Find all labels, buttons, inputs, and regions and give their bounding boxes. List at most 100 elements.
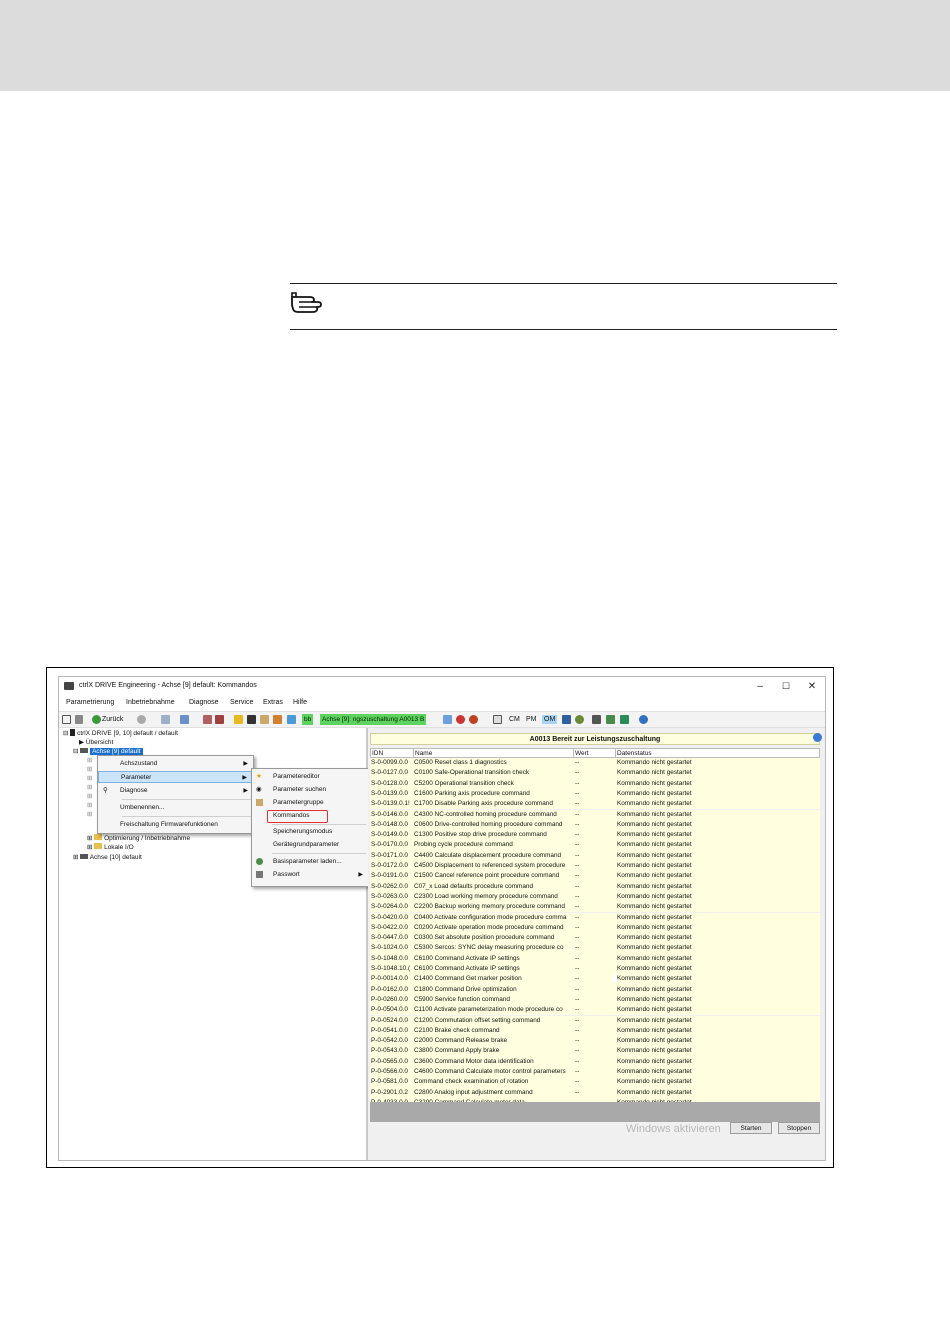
table-row[interactable]: P-0-0162.0.0 C1800 Command Drive optimiza… xyxy=(370,984,820,995)
sub-parametergruppe[interactable]: Parametergruppe xyxy=(252,797,368,809)
sub-speicherungsmodus[interactable]: Speicherungsmodus xyxy=(252,826,368,838)
table-row[interactable]: S-0-0422.0.0 C0200 Activate operation mod… xyxy=(370,922,820,934)
sub-basisparameter[interactable]: Basisparameter laden... xyxy=(252,856,368,868)
connect-icon[interactable] xyxy=(592,715,601,724)
warning-icon[interactable] xyxy=(469,715,478,724)
tree-lokale-io[interactable]: ⊞ Lokale I/O xyxy=(87,843,134,851)
tree-optimierung[interactable]: ⊞ Optimierung / Inbetriebnahme xyxy=(87,834,190,842)
table-row[interactable]: S-0-0264.0.0 C2200 Backup working memory … xyxy=(370,902,820,913)
binoculars-icon[interactable] xyxy=(247,715,256,724)
table-row[interactable]: P-0-0014.0.0 C1400 Command Get marker pos… xyxy=(370,974,820,985)
table-row[interactable]: S-0-1024.0.0 C5300 Sercos: SYNC delay mea… xyxy=(370,943,820,954)
scope-icon[interactable] xyxy=(493,715,502,724)
tree-axis10[interactable]: ⊞ Achse [10] default xyxy=(73,853,142,861)
mode-pm[interactable]: PM xyxy=(526,715,537,724)
table-row[interactable]: S-0-0139.0.1! C1700 Disable Parking axis … xyxy=(370,799,820,810)
back-button[interactable]: Zurück xyxy=(102,715,123,724)
col-wert[interactable]: Wert xyxy=(574,749,616,758)
back-arrow-icon[interactable] xyxy=(92,715,101,724)
close-button[interactable]: ✕ xyxy=(801,680,823,693)
table-row[interactable]: S-0-0171.0.0 C4400 Calculate displacement… xyxy=(370,850,820,861)
mode-cm[interactable]: CM xyxy=(509,715,520,724)
tree-axis9[interactable]: ⊟ Achse [9] default xyxy=(73,747,143,755)
table-icon[interactable] xyxy=(260,715,269,724)
table-row[interactable]: S-0-0128.0.0 C5200 Operational transition… xyxy=(370,778,820,789)
minimize-button[interactable]: – xyxy=(749,680,771,693)
menu-extras[interactable]: Extras xyxy=(263,699,283,706)
drive-icon[interactable] xyxy=(203,715,212,724)
ctx-achszustand[interactable]: Achszustand ▶ xyxy=(98,758,253,770)
menu-hilfe[interactable]: Hilfe xyxy=(293,699,307,706)
cell-datenstatus: Kommando nicht gestartet xyxy=(617,789,692,797)
table-row[interactable]: P-0-0543.0.0 C3800 Command Apply brake -- K… xyxy=(370,1046,820,1057)
wrench-icon[interactable] xyxy=(273,715,282,724)
col-idn[interactable]: IDN xyxy=(371,749,414,758)
table-row[interactable]: S-0-0447.0.0 C0300 Set absolute position … xyxy=(370,933,820,944)
col-name[interactable]: Name xyxy=(414,749,574,758)
table-row[interactable]: P-0-2901.0.2 C2800 Analog input adjustmen… xyxy=(370,1087,820,1098)
table-row[interactable]: S-0-0149.0.0 C1300 Positive stop drive pr… xyxy=(370,830,820,841)
cell-wert: -- xyxy=(575,985,580,993)
table-row[interactable]: S-0-0139.0.0 C1600 Parking axis procedure… xyxy=(370,788,820,800)
cell-idn: S-0-0172.0.0 xyxy=(371,862,408,869)
table-row[interactable]: P-0-0260.0.0 C5900 Service function comma… xyxy=(370,994,820,1006)
table-row[interactable]: S-0-0170.0.0 Probing cycle procedure comm… xyxy=(370,840,820,851)
table-row[interactable]: P-0-0566.0.0 C4600 Command Calculate moto… xyxy=(370,1067,820,1078)
ctx-umbenennen[interactable]: Umbenennen... xyxy=(98,802,253,814)
drive-offline-icon[interactable] xyxy=(215,715,224,724)
refresh-icon[interactable] xyxy=(443,715,452,724)
forward-arrow-icon[interactable] xyxy=(137,715,146,724)
table-row[interactable]: S-0-0148.0.0 C0600 Drive-controlled homin… xyxy=(370,819,820,831)
window-icon[interactable] xyxy=(62,715,71,724)
ctx-parameter[interactable]: Parameter ▶ xyxy=(98,771,253,783)
sub-parametereditor[interactable]: ★ Parametereditor xyxy=(252,771,368,783)
home-icon[interactable] xyxy=(75,715,83,724)
favorites-icon[interactable] xyxy=(234,715,243,724)
table-row[interactable]: S-0-0099.0.0 C0500 Reset class 1 diagnost… xyxy=(370,758,820,769)
menu-service[interactable]: Service xyxy=(230,699,253,706)
table-row[interactable]: P-0-0541.0.0 C2100 Brake check command -- K… xyxy=(370,1025,820,1037)
table-row[interactable]: S-0-1048.0.0 C6100 Command Activate IP se… xyxy=(370,953,820,964)
menu-diagnose[interactable]: Diagnose xyxy=(189,699,219,706)
sub-parameter-suchen[interactable]: ◉ Parameter suchen xyxy=(252,784,368,796)
table-row[interactable]: S-0-0262.0.0 C07_x Load defaults procedur… xyxy=(370,881,820,892)
sub-geraetegrundparameter[interactable]: Gerätegrundparameter xyxy=(252,839,368,851)
table-row[interactable]: P-0-0581.0.0 Command check examination of… xyxy=(370,1077,820,1088)
table-row[interactable]: S-0-0127.0.0 C0100 Safe-Operational trans… xyxy=(370,768,820,779)
sub-passwort[interactable]: Passwort ▶ xyxy=(252,869,368,881)
cell-datenstatus: Kommando nicht gestartet xyxy=(617,862,692,869)
refresh-icon[interactable] xyxy=(813,733,822,742)
col-datenstatus[interactable]: Datenstatus xyxy=(616,749,821,758)
menu-inbetriebnahme[interactable]: Inbetriebnahme xyxy=(126,699,175,706)
save-icon[interactable] xyxy=(606,715,615,724)
cell-datenstatus: Kommando nicht gestartet xyxy=(617,820,692,828)
table-row[interactable]: S-0-0172.0.0 C4500 Displacement to refere… xyxy=(370,861,820,872)
table-row[interactable]: P-0-0565.0.0 C3600 Command Motor data ide… xyxy=(370,1056,820,1067)
help-icon[interactable] xyxy=(639,715,648,724)
maximize-button[interactable]: ☐ xyxy=(775,680,797,693)
chart-icon[interactable] xyxy=(287,715,296,724)
table-row[interactable]: P-0-0504.0.0 C1100 Activate parameterizat… xyxy=(370,1005,820,1016)
error-icon[interactable] xyxy=(456,715,465,724)
table-row[interactable]: S-0-1048.10.(C6100 Command Activate IP s… xyxy=(370,964,820,975)
cell-name: Probing cycle procedure command xyxy=(414,841,513,849)
tree-uebersicht[interactable]: ▶ Übersicht xyxy=(79,738,113,746)
table-row[interactable]: S-0-0146.0.0 C4300 NC-controlled homing p… xyxy=(370,809,820,820)
load-icon[interactable] xyxy=(620,715,629,724)
grid-icon[interactable] xyxy=(562,715,571,724)
ctx-diagnose[interactable]: ⚲ Diagnose ▶ xyxy=(98,785,253,797)
network-icon[interactable] xyxy=(575,715,584,724)
table-row[interactable]: S-0-0420.0.0 C0400 Activate configuration… xyxy=(370,912,820,923)
start-button[interactable]: Starten xyxy=(730,1122,772,1134)
stop-button[interactable]: Stoppen xyxy=(778,1122,820,1134)
table-row[interactable]: S-0-0191.0.0 C1500 Cancel reference point… xyxy=(370,871,820,882)
table-row[interactable]: P-0-0542.0.0 C2000 Command Release brake -… xyxy=(370,1036,820,1047)
table-row[interactable]: S-0-0263.0.0 C2300 Load working memory pr… xyxy=(370,891,820,903)
nav-down-icon[interactable] xyxy=(180,715,189,724)
tree-root[interactable]: ⊟ ctrlX DRIVE [9, 10] default / default xyxy=(63,729,178,737)
ctx-freischaltung[interactable]: Freischaltung Firmwarefunktionen xyxy=(98,819,253,831)
mode-om[interactable]: OM xyxy=(542,715,558,724)
table-row[interactable]: P-0-0524.0.0 C1200 Commutation offset set… xyxy=(370,1015,820,1026)
menu-parametrierung[interactable]: Parametrierung xyxy=(66,699,114,706)
nav-up-icon[interactable] xyxy=(161,715,170,724)
